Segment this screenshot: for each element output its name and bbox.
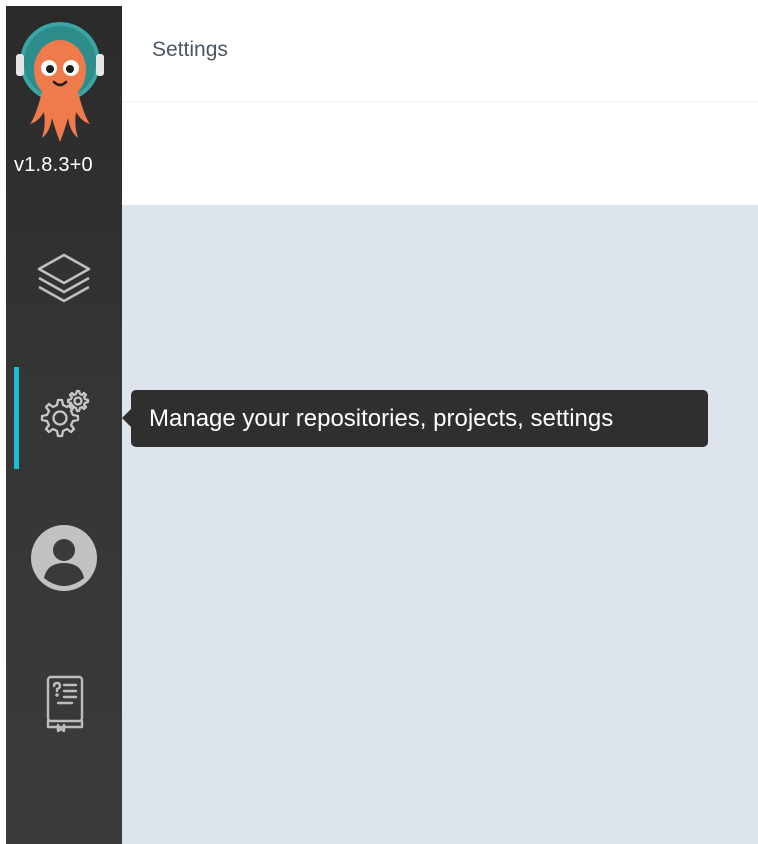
sidebar-item-documentation[interactable] <box>6 652 122 752</box>
app-version: v1.8.3+0 <box>14 154 93 176</box>
app-root: v1.8.3+0 Settings Manage your repositori… <box>0 0 758 844</box>
tooltip-text: Manage your repositories, projects, sett… <box>149 405 614 432</box>
main-content <box>122 205 758 844</box>
page-title: Settings <box>152 38 228 61</box>
sidebar-item-applications[interactable] <box>6 228 122 328</box>
gear-icon <box>40 389 90 438</box>
tooltip-arrow <box>122 409 131 427</box>
toolbar-area <box>122 102 758 205</box>
top-bar: Settings <box>122 0 758 102</box>
argo-logo[interactable] <box>14 20 106 150</box>
settings-tooltip: Manage your repositories, projects, sett… <box>122 390 708 447</box>
sidebar: v1.8.3+0 <box>6 6 122 844</box>
sidebar-item-settings[interactable] <box>6 368 122 468</box>
docs-icon <box>46 675 84 733</box>
sidebar-item-user-info[interactable] <box>6 508 122 608</box>
octopus-logo-icon <box>16 22 104 142</box>
layers-icon <box>37 253 91 303</box>
user-icon <box>31 525 97 591</box>
